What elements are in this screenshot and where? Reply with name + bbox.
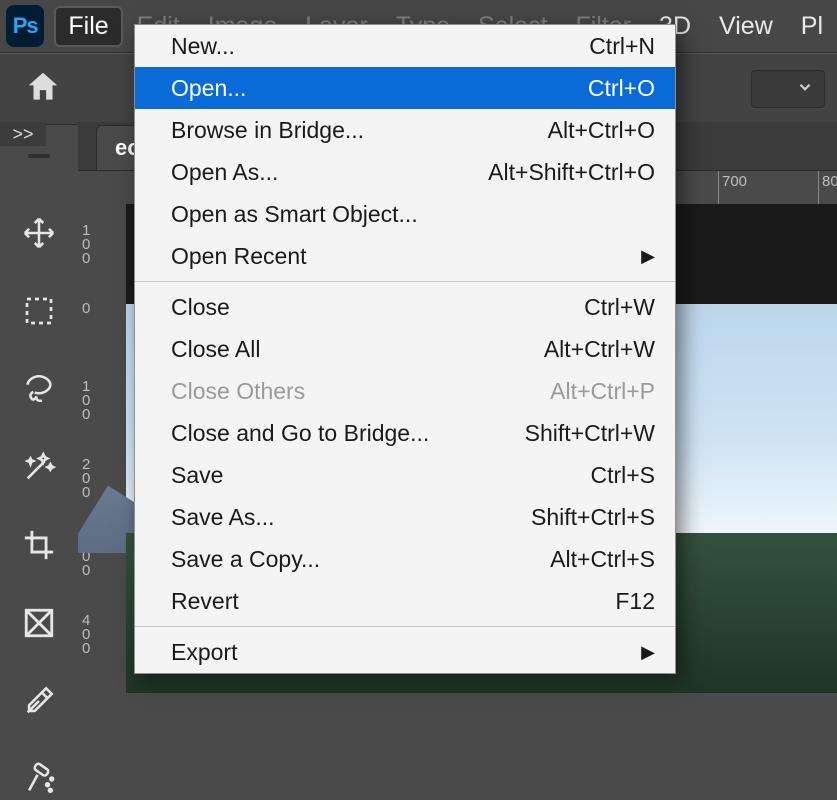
menu-item-label: Export — [171, 639, 237, 666]
menu-view[interactable]: View — [705, 6, 787, 47]
menu-item-shortcut: Ctrl+N — [589, 33, 655, 60]
app-logo[interactable]: Ps — [6, 5, 44, 47]
submenu-arrow-icon: ▶ — [641, 246, 655, 267]
menu-item-shortcut: Ctrl+W — [584, 294, 655, 321]
file-menu-item: Close Others Alt+Ctrl+P — [135, 370, 675, 412]
crop-tool-icon[interactable] — [18, 524, 60, 566]
file-menu-item[interactable]: New... Ctrl+N — [135, 25, 675, 67]
frame-tool-icon[interactable] — [18, 602, 60, 644]
menu-item-label: Save — [171, 462, 223, 489]
menu-item-label: Close All — [171, 336, 260, 363]
options-dropdown[interactable] — [751, 70, 825, 108]
menu-file[interactable]: File — [54, 6, 122, 47]
menu-item-shortcut: Alt+Shift+Ctrl+O — [488, 159, 655, 186]
marquee-tool-icon[interactable] — [18, 290, 60, 332]
menu-item-label: Open As... — [171, 159, 278, 186]
menu-item-label: Open as Smart Object... — [171, 201, 418, 228]
submenu-arrow-icon: ▶ — [641, 642, 655, 663]
menu-item-label: Close — [171, 294, 230, 321]
file-menu-dropdown: New... Ctrl+N Open... Ctrl+O Browse in Bridg… — [134, 24, 676, 674]
file-menu-item[interactable]: Close Ctrl+W — [135, 286, 675, 328]
file-menu-item[interactable]: Open as Smart Object... — [135, 193, 675, 235]
file-menu-item[interactable]: Close All Alt+Ctrl+W — [135, 328, 675, 370]
menu-item-label: Save a Copy... — [171, 546, 320, 573]
ruler-tick — [818, 171, 819, 205]
ruler-tick-label: 400 — [82, 614, 100, 656]
file-menu-item[interactable]: Save a Copy... Alt+Ctrl+S — [135, 538, 675, 580]
ruler-tick-label: 800 — [822, 173, 837, 190]
menu-item-label: Revert — [171, 588, 239, 615]
file-menu-item[interactable]: Save As... Shift+Ctrl+S — [135, 496, 675, 538]
menu-item-shortcut: Alt+Ctrl+W — [544, 336, 655, 363]
file-menu-item[interactable]: Export ▶ — [135, 631, 675, 673]
ruler-tick-label: 200 — [82, 458, 100, 500]
menu-item-shortcut: Ctrl+S — [590, 462, 655, 489]
ruler-tick — [718, 171, 719, 205]
menu-item-label: Open... — [171, 75, 246, 102]
menu-item-shortcut: Alt+Ctrl+P — [550, 378, 655, 405]
menu-item-shortcut: F12 — [615, 588, 655, 615]
healing-brush-tool-icon[interactable] — [18, 758, 60, 800]
menu-item-label: Close and Go to Bridge... — [171, 420, 429, 447]
menu-item-label: Close Others — [171, 378, 305, 405]
menu-item-label: Browse in Bridge... — [171, 117, 364, 144]
menu-item-shortcut: Shift+Ctrl+S — [531, 504, 655, 531]
chevron-down-icon — [796, 78, 814, 101]
file-menu-item[interactable]: Open As... Alt+Shift+Ctrl+O — [135, 151, 675, 193]
ruler-tick-label: 100 — [82, 224, 100, 266]
file-menu-item[interactable]: Browse in Bridge... Alt+Ctrl+O — [135, 109, 675, 151]
toolbar-grip[interactable] — [0, 148, 78, 164]
toolbar — [0, 150, 78, 800]
move-tool-icon[interactable] — [18, 212, 60, 254]
menu-separator — [135, 281, 675, 282]
ruler-vertical[interactable]: 1000100200300400 — [78, 204, 127, 693]
menu-separator — [135, 626, 675, 627]
menu-item-shortcut: Alt+Ctrl+O — [548, 117, 655, 144]
menu-item-shortcut: Alt+Ctrl+S — [550, 546, 655, 573]
home-icon[interactable] — [24, 68, 62, 111]
ruler-tick-label: 700 — [722, 173, 747, 190]
menu-item-label: New... — [171, 33, 235, 60]
file-menu-item[interactable]: Open Recent ▶ — [135, 235, 675, 277]
file-menu-item[interactable]: Save Ctrl+S — [135, 454, 675, 496]
menu-plugins[interactable]: Pl — [787, 6, 837, 47]
menu-item-label: Save As... — [171, 504, 275, 531]
menu-item-shortcut: Shift+Ctrl+W — [525, 420, 655, 447]
ruler-tick-label: 100 — [82, 380, 100, 422]
eyedropper-tool-icon[interactable] — [18, 680, 60, 722]
menu-item-label: Open Recent — [171, 243, 307, 270]
file-menu-item[interactable]: Revert F12 — [135, 580, 675, 622]
ruler-tick-label: 0 — [82, 302, 100, 316]
panel-collapse-button[interactable]: >> — [0, 122, 46, 146]
file-menu-item[interactable]: Close and Go to Bridge... Shift+Ctrl+W — [135, 412, 675, 454]
menu-item-shortcut: Ctrl+O — [588, 75, 655, 102]
file-menu-item[interactable]: Open... Ctrl+O — [135, 67, 675, 109]
lasso-tool-icon[interactable] — [18, 368, 60, 410]
magic-wand-tool-icon[interactable] — [18, 446, 60, 488]
